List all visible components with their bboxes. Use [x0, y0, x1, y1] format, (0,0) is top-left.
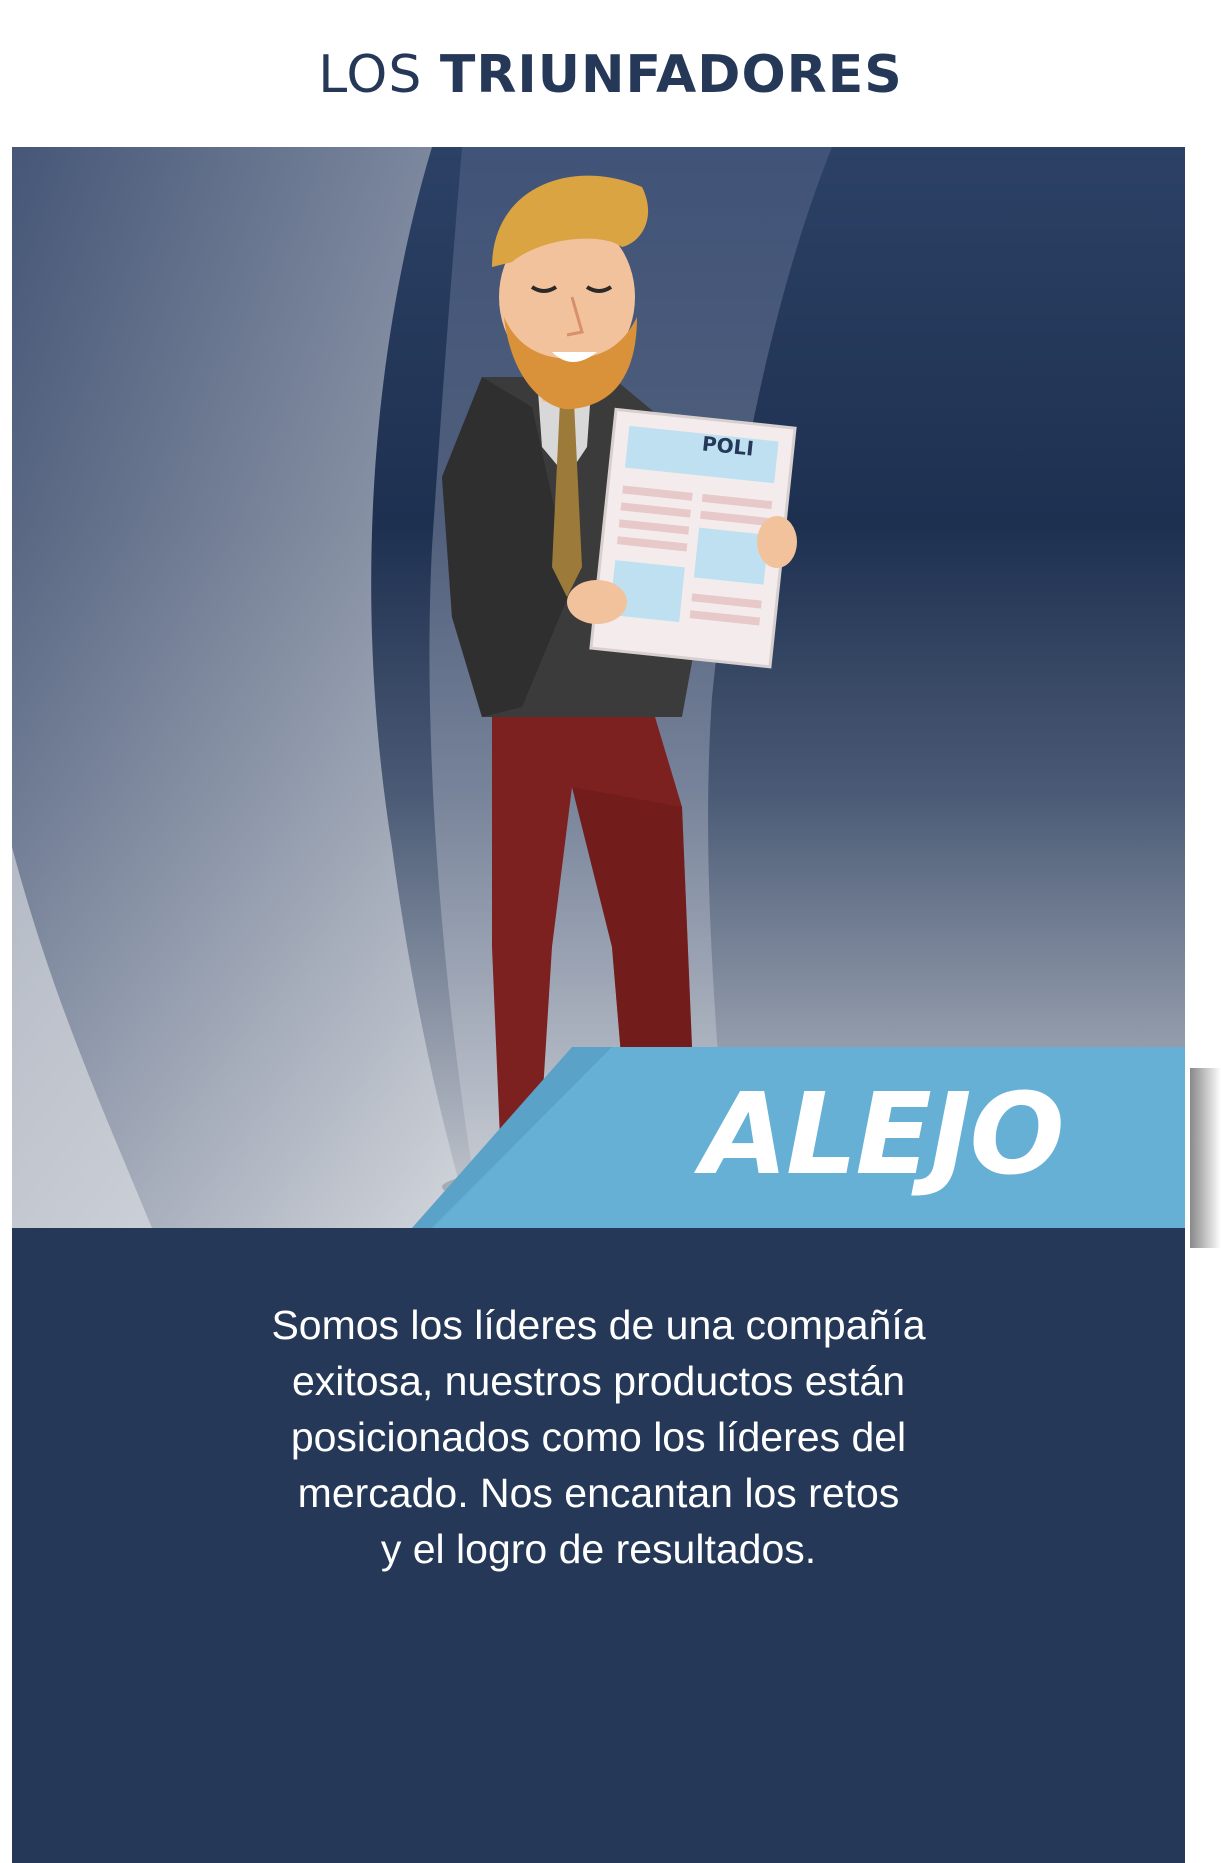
description-line: exitosa, nuestros productos están: [291, 1358, 906, 1404]
page-title: LOS TRIUNFADORES: [0, 40, 1221, 110]
description-line: Somos los líderes de una compañía: [271, 1302, 926, 1348]
profile-card: POLI ALEJO Somos los líderes de una comp…: [12, 147, 1185, 1863]
description-line: posicionados como los líderes del: [290, 1414, 907, 1460]
character-description: Somos los líderes de una compañía exitos…: [172, 1297, 1025, 1577]
banner-shadow: [1190, 1068, 1221, 1248]
description-line: mercado. Nos encantan los retos: [297, 1470, 900, 1516]
page-title-light: LOS: [318, 45, 423, 105]
character-name: ALEJO: [701, 1070, 1064, 1200]
description-line: y el logro de resultados.: [380, 1526, 817, 1572]
page-title-bold: TRIUNFADORES: [439, 45, 903, 105]
